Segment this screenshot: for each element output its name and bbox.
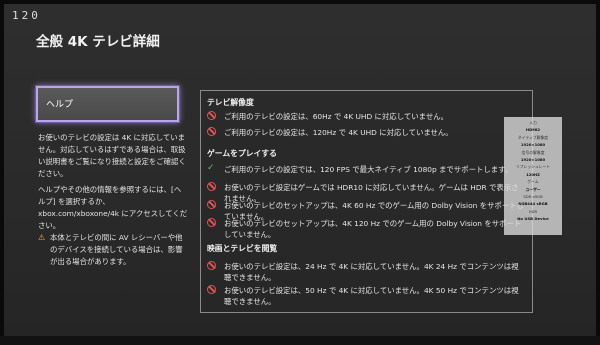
page-title: 全般 4K テレビ詳細	[36, 34, 160, 50]
list-item-text: お使いのテレビ設定は、24 Hz で 4K に対応していません。4K 24 Hz…	[224, 262, 519, 282]
warning-note: ⚠ 本体とテレビの間に AV レシーバーや他のデバイスを接続している場合は、影響…	[38, 232, 188, 268]
not-supported-icon	[207, 182, 216, 191]
channel-number: 120	[12, 9, 41, 22]
help-button[interactable]: ヘルプ	[36, 86, 179, 122]
tv-signal-info-overlay: 入力 HDMI2 ネイティブ解像度 1920×1080 信号の解像度 1920×108…	[504, 117, 562, 235]
list-item-text: ご利用のテレビの設定は、60Hz で 4K UHD に対応していません。	[224, 112, 448, 121]
help-info-text: ヘルプやその他の情報を参照するには、[ヘルプ] を選択するか、xbox.com/…	[38, 185, 188, 230]
list-item: お使いのテレビのセットアップは、4K 120 Hz でのゲーム用の Dolby …	[207, 218, 525, 240]
overlay-row: ネイティブ解像度 1920×1080	[517, 134, 549, 148]
overlay-row: HDR No USB Device	[517, 208, 549, 222]
details-panel: テレビ解像度 ご利用のテレビの設定は、60Hz で 4K UHD に対応していま…	[200, 90, 533, 313]
list-item: ✓ ご利用のテレビの設定では、120 FPS で最大ネイティブ 1080p まで…	[207, 164, 525, 175]
not-supported-icon	[207, 111, 216, 120]
list-item-text: お使いのテレビのセットアップは、4K 120 Hz でのゲーム用の Dolby …	[224, 219, 522, 239]
tv-screen: 120 全般 4K テレビ詳細 ヘルプ お使いのテレビの設定は 4K に対応して…	[4, 4, 596, 336]
warning-icon: ⚠	[38, 233, 46, 242]
list-item: ご利用のテレビの設定は、60Hz で 4K UHD に対応していません。	[207, 111, 525, 122]
list-item-text: ご利用のテレビの設定は、120Hz で 4K UHD に対応していません。	[224, 128, 453, 137]
section-heading-resolution: テレビ解像度	[207, 98, 254, 107]
status-description: お使いのテレビの設定は 4K に対応していません。対応しているはずである場合は、…	[38, 133, 186, 178]
tv-bottom-frame	[0, 336, 600, 345]
list-item-text: ご利用のテレビの設定では、120 FPS で最大ネイティブ 1080p までサポ…	[224, 165, 513, 174]
overlay-row: 入力 HDMI2	[525, 120, 541, 133]
section-heading-movies: 映画とテレビを閲覧	[207, 244, 278, 253]
warning-text: 本体とテレビの間に AV レシーバーや他のデバイスを接続している場合は、影響が出…	[50, 233, 183, 266]
list-item: ご利用のテレビの設定は、120Hz で 4K UHD に対応していません。	[207, 127, 525, 138]
not-supported-icon	[207, 218, 216, 227]
overlay-row: リフレッシュレート 120HZ	[515, 164, 551, 177]
overlay-row: SDR sRGB RGB444 sRGB	[518, 194, 548, 207]
list-item-text: お使いのテレビ設定は、50 Hz で 4K に対応していません。4K 50 Hz…	[224, 286, 519, 306]
list-item: お使いのテレビ設定は、50 Hz で 4K に対応していません。4K 50 Hz…	[207, 285, 525, 307]
section-heading-gaming: ゲームをプレイする	[207, 149, 277, 158]
help-button-label: ヘルプ	[46, 100, 74, 110]
not-supported-icon	[207, 200, 216, 209]
not-supported-icon	[207, 127, 216, 136]
not-supported-icon	[207, 285, 216, 294]
checkmark-icon: ✓	[207, 163, 215, 173]
list-item: お使いのテレビ設定は、24 Hz で 4K に対応していません。4K 24 Hz…	[207, 261, 525, 283]
overlay-row: ゲーム ユーザー	[525, 179, 541, 192]
overlay-row: 信号の解像度 1920×1080	[520, 149, 546, 163]
not-supported-icon	[207, 261, 216, 270]
